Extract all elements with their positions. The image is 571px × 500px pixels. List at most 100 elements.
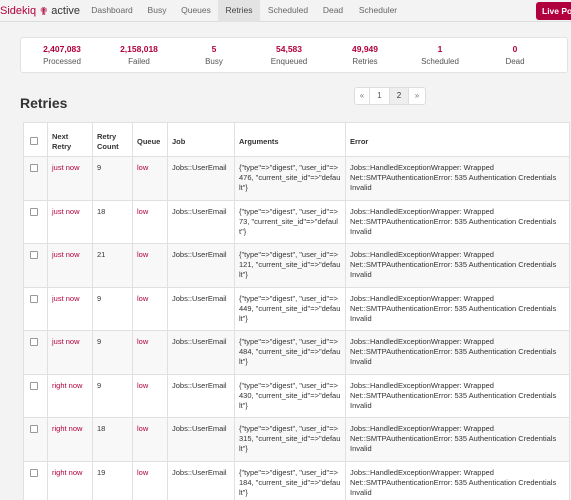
- col-next-retry[interactable]: Next Retry: [47, 122, 93, 157]
- next-retry-link[interactable]: just now: [52, 207, 80, 216]
- next-retry-link[interactable]: just now: [52, 294, 80, 303]
- brand-name: Sidekiq: [0, 5, 37, 17]
- row-checkbox[interactable]: [30, 425, 38, 433]
- live-poll-button[interactable]: Live Po: [536, 2, 571, 20]
- retries-table: Next Retry Retry Count Queue Job Argumen…: [23, 122, 570, 500]
- row-checkbox[interactable]: [30, 338, 38, 346]
- tab-dead[interactable]: Dead: [316, 0, 350, 22]
- row-checkbox[interactable]: [30, 251, 38, 259]
- queue-link[interactable]: low: [137, 294, 148, 303]
- error-cell: Jobs::HandledExceptionWrapper: Wrapped N…: [345, 417, 570, 462]
- next-retry-cell: just now: [47, 199, 93, 244]
- col-retry-count[interactable]: Retry Count: [92, 122, 133, 157]
- stat-label: Scheduled: [421, 57, 459, 66]
- queue-link[interactable]: low: [137, 250, 148, 259]
- row-select-cell: [23, 199, 48, 244]
- next-retry-cell: right now: [47, 460, 93, 500]
- stat-label: Processed: [43, 57, 81, 66]
- row-select-cell: [23, 373, 48, 418]
- queue-cell: low: [132, 286, 168, 331]
- stat-failed[interactable]: 2,158,018 Failed: [104, 44, 174, 66]
- tab-scheduled[interactable]: Scheduled: [260, 0, 316, 22]
- stat-value: 2,407,083: [43, 44, 81, 54]
- next-retry-link[interactable]: right now: [52, 381, 82, 390]
- job-cell: Jobs::UserEmail: [167, 417, 235, 462]
- job-cell: Jobs::UserEmail: [167, 330, 235, 375]
- col-arguments[interactable]: Arguments: [234, 122, 346, 157]
- queue-link[interactable]: low: [137, 468, 148, 477]
- next-retry-link[interactable]: right now: [52, 468, 82, 477]
- stat-processed[interactable]: 2,407,083 Processed: [27, 44, 97, 66]
- row-select-cell: [23, 286, 48, 331]
- next-retry-link[interactable]: right now: [52, 424, 82, 433]
- stat-label: Failed: [128, 57, 150, 66]
- queue-link[interactable]: low: [137, 163, 148, 172]
- brand[interactable]: Sidekiq ✟ active: [0, 0, 80, 22]
- retry-count-cell: 9: [92, 156, 133, 201]
- arguments-cell: {"type"=>"digest", "user_id"=>476, "curr…: [234, 156, 346, 201]
- next-retry-cell: just now: [47, 243, 93, 288]
- arguments-cell: {"type"=>"digest", "user_id"=>315, "curr…: [234, 417, 346, 462]
- queue-cell: low: [132, 199, 168, 244]
- table-row: just now 9 low Jobs::UserEmail {"type"=>…: [23, 286, 570, 331]
- row-checkbox[interactable]: [30, 294, 38, 303]
- next-retry-cell: right now: [47, 417, 93, 462]
- error-cell: Jobs::HandledExceptionWrapper: Wrapped N…: [345, 156, 570, 201]
- row-checkbox[interactable]: [30, 207, 38, 216]
- table-row: just now 9 low Jobs::UserEmail {"type"=>…: [23, 330, 570, 375]
- stat-retries[interactable]: 49,949 Retries: [330, 44, 400, 66]
- tab-scheduler[interactable]: Scheduler: [350, 0, 406, 22]
- row-checkbox[interactable]: [30, 164, 38, 172]
- table-row: right now 19 low Jobs::UserEmail {"type"…: [23, 460, 570, 500]
- next-retry-cell: just now: [47, 156, 93, 201]
- table-row: just now 21 low Jobs::UserEmail {"type"=…: [23, 243, 570, 288]
- tab-dashboard[interactable]: Dashboard: [84, 0, 140, 22]
- summary-bar: 2,407,083 Processed 2,158,018 Failed 5 B…: [20, 37, 568, 73]
- pagination: « 1 2 »: [354, 87, 426, 105]
- retry-count-cell: 9: [92, 330, 133, 375]
- retry-count-cell: 19: [92, 460, 133, 500]
- error-cell: Jobs::HandledExceptionWrapper: Wrapped N…: [345, 286, 570, 331]
- arguments-cell: {"type"=>"digest", "user_id"=>484, "curr…: [234, 330, 346, 375]
- tab-queues[interactable]: Queues: [174, 0, 218, 22]
- job-cell: Jobs::UserEmail: [167, 286, 235, 331]
- retry-count-cell: 9: [92, 373, 133, 418]
- row-select-cell: [23, 330, 48, 375]
- stat-enqueued[interactable]: 54,583 Enqueued: [254, 44, 324, 66]
- select-all-checkbox[interactable]: [30, 136, 38, 145]
- page-title: Retries: [20, 95, 68, 111]
- top-navbar: Sidekiq ✟ active Dashboard Busy Queues R…: [0, 0, 571, 22]
- sidekiq-logo-icon: ✟: [39, 5, 49, 18]
- tab-busy[interactable]: Busy: [140, 0, 174, 22]
- stat-dead[interactable]: 0 Dead: [480, 44, 550, 66]
- queue-link[interactable]: low: [137, 207, 148, 216]
- col-queue[interactable]: Queue: [132, 122, 168, 157]
- next-retry-link[interactable]: just now: [52, 250, 80, 259]
- brand-status: active: [51, 5, 81, 17]
- col-error[interactable]: Error: [345, 122, 570, 157]
- pagination-page-1[interactable]: 1: [370, 88, 390, 104]
- arguments-cell: {"type"=>"digest", "user_id"=>449, "curr…: [234, 286, 346, 331]
- table-row: right now 9 low Jobs::UserEmail {"type"=…: [23, 373, 570, 418]
- tab-retries[interactable]: Retries: [218, 0, 260, 22]
- retry-count-cell: 9: [92, 286, 133, 331]
- queue-link[interactable]: low: [137, 381, 148, 390]
- stat-value: 1: [437, 44, 443, 54]
- stat-scheduled[interactable]: 1 Scheduled: [405, 44, 475, 66]
- pagination-page-2[interactable]: 2: [390, 88, 409, 104]
- row-checkbox[interactable]: [30, 381, 38, 390]
- table-row: just now 9 low Jobs::UserEmail {"type"=>…: [23, 156, 570, 201]
- row-checkbox[interactable]: [30, 468, 38, 477]
- stat-label: Enqueued: [270, 57, 308, 66]
- stat-busy[interactable]: 5 Busy: [179, 44, 249, 66]
- queue-link[interactable]: low: [137, 424, 148, 433]
- col-job[interactable]: Job: [167, 122, 235, 157]
- stat-value: 49,949: [352, 44, 378, 54]
- pagination-prev[interactable]: «: [355, 88, 370, 104]
- pagination-next[interactable]: »: [409, 88, 425, 104]
- job-cell: Jobs::UserEmail: [167, 199, 235, 244]
- queue-cell: low: [132, 417, 168, 462]
- queue-link[interactable]: low: [137, 337, 148, 346]
- next-retry-link[interactable]: just now: [52, 337, 80, 346]
- next-retry-link[interactable]: just now: [52, 163, 80, 172]
